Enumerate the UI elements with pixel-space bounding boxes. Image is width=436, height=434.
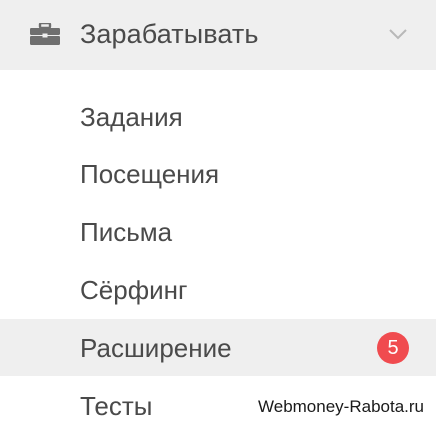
watermark: Webmoney-Rabota.ru: [258, 397, 424, 416]
chevron-down-icon[interactable]: [388, 27, 408, 41]
submenu-item-label: Посещения: [80, 159, 220, 189]
submenu-item-surfing[interactable]: Сёрфинг: [0, 261, 436, 318]
earn-menu-title: Зарабатывать: [80, 19, 259, 49]
submenu-item-label: Письма: [80, 217, 173, 247]
notification-badge: 5: [377, 332, 409, 364]
earn-menu: Зарабатывать Задания Посещения Письма Сё…: [0, 0, 436, 424]
submenu-item-letters[interactable]: Письма: [0, 203, 436, 260]
submenu-item-label: Задания: [80, 102, 183, 132]
briefcase-icon: [30, 23, 60, 45]
submenu-item-label: Расширение: [80, 333, 232, 363]
submenu-item-visits[interactable]: Посещения: [0, 145, 436, 202]
submenu-item-label: Тесты: [80, 391, 153, 421]
earn-menu-header[interactable]: Зарабатывать: [0, 0, 436, 70]
submenu-item-label: Сёрфинг: [80, 275, 188, 305]
submenu-item-tasks[interactable]: Задания: [0, 88, 436, 145]
submenu-item-extension[interactable]: Расширение 5: [0, 319, 436, 376]
